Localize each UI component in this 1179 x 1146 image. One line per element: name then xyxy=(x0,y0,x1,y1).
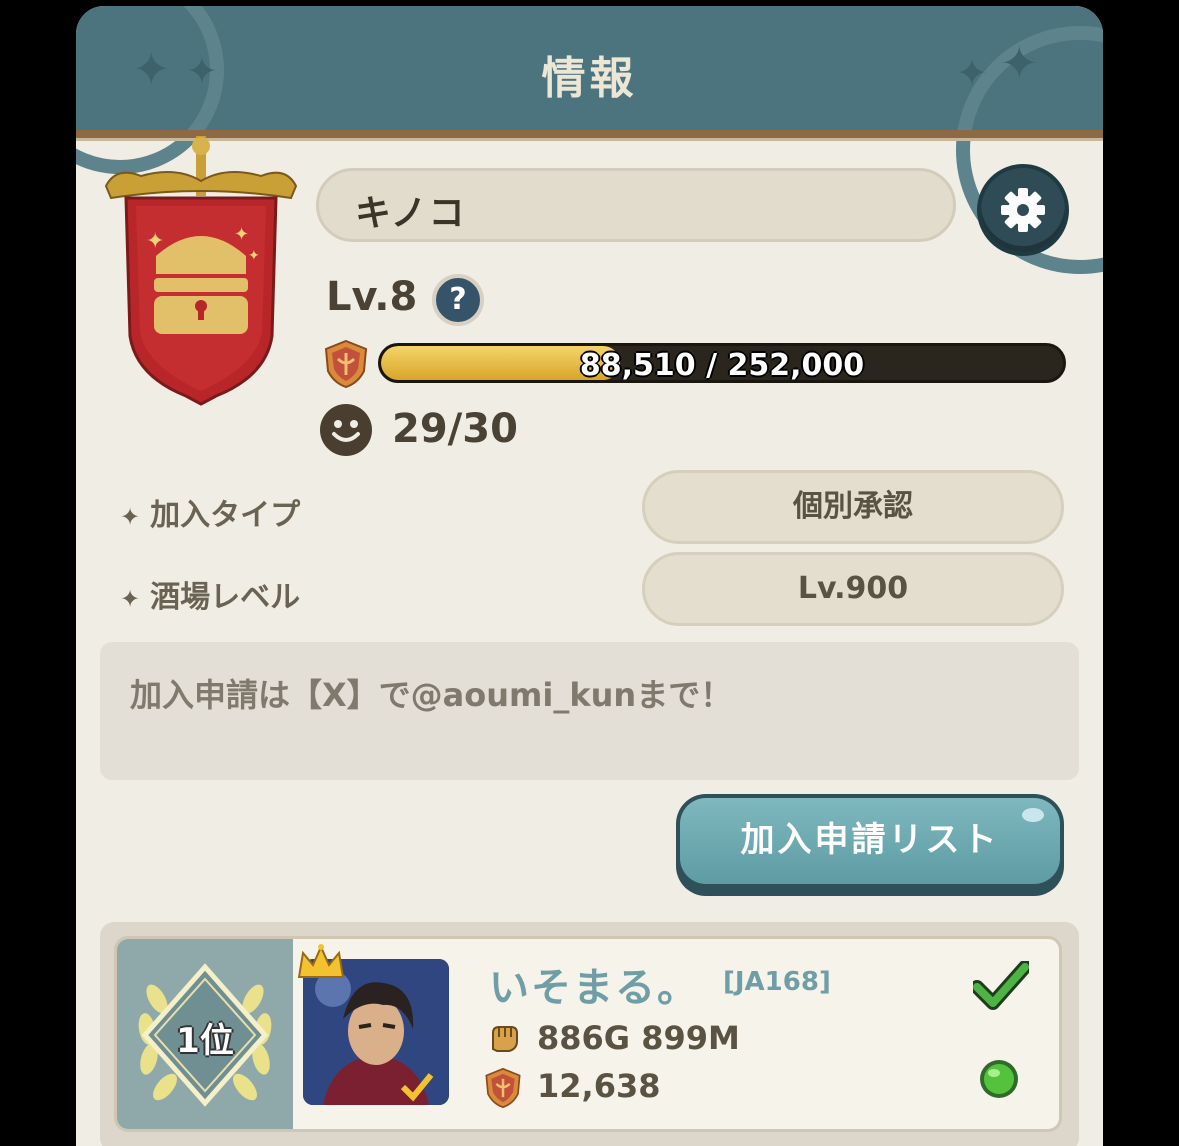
help-icon[interactable]: ? xyxy=(432,274,484,326)
player-id: [JA168] xyxy=(723,967,831,997)
sparkle-icon: ✦ xyxy=(120,503,141,531)
member-row[interactable]: 1位 いそまる。 [JA168] 886G 899M 12,638 xyxy=(114,936,1062,1132)
join-type-label: ✦ 加入タイプ xyxy=(120,498,301,533)
gear-icon xyxy=(1001,188,1045,232)
svg-text:✦: ✦ xyxy=(234,224,249,245)
member-ranking-list: 1位 いそまる。 [JA168] 886G 899M 12,638 xyxy=(100,922,1079,1146)
guild-level: Lv.8 xyxy=(326,274,418,320)
rank-badge: 1位 xyxy=(117,939,293,1129)
player-power: 886G 899M xyxy=(537,1019,740,1057)
guild-description: 加入申請は【X】で@aoumi_kunまで！ xyxy=(130,676,733,714)
sparkle-icon: ✦ xyxy=(120,585,141,613)
check-icon xyxy=(973,961,1029,1010)
apply-list-button-label: 加入申請リスト xyxy=(680,798,1060,884)
player-name: いそまる。 xyxy=(489,965,699,1011)
join-type-value[interactable]: 個別承認 xyxy=(642,470,1064,544)
guild-badge-icon xyxy=(324,339,368,389)
svg-text:✦: ✦ xyxy=(248,248,260,264)
svg-text:✦: ✦ xyxy=(146,229,164,254)
crown-icon xyxy=(297,944,345,978)
guild-name: キノコ xyxy=(355,193,467,234)
guild-emblem-icon: ✦ ✦ ✦ xyxy=(104,136,298,406)
guild-info-panel: ✦ ✦ ✦ ✦ 情報 ✦ ✦ ✦ キノコ Lv.8 ? 88,510 / 252… xyxy=(76,6,1103,1146)
rank-label: 1位 xyxy=(176,1021,234,1061)
fist-icon xyxy=(492,1026,518,1052)
button-shine xyxy=(1022,808,1044,822)
player-contribution: 12,638 xyxy=(537,1067,661,1105)
tavern-level-label: ✦ 酒場レベル xyxy=(120,580,301,615)
online-dot-icon xyxy=(980,1060,1018,1098)
guild-name-field: キノコ xyxy=(316,168,956,242)
member-count: 29/30 xyxy=(392,406,518,452)
guild-xp-bar: 88,510 / 252,000 xyxy=(378,343,1066,383)
member-face-icon xyxy=(320,404,372,456)
guild-badge-icon xyxy=(485,1067,521,1109)
panel-header: ✦ ✦ ✦ ✦ 情報 xyxy=(76,6,1103,274)
settings-button[interactable] xyxy=(977,164,1069,256)
tavern-level-value[interactable]: Lv.900 xyxy=(642,552,1064,626)
apply-list-button[interactable]: 加入申請リスト xyxy=(676,794,1064,896)
xp-text: 88,510 / 252,000 xyxy=(579,348,865,383)
guild-description-box: 加入申請は【X】で@aoumi_kunまで！ xyxy=(100,642,1079,780)
page-title: 情報 xyxy=(541,53,638,104)
